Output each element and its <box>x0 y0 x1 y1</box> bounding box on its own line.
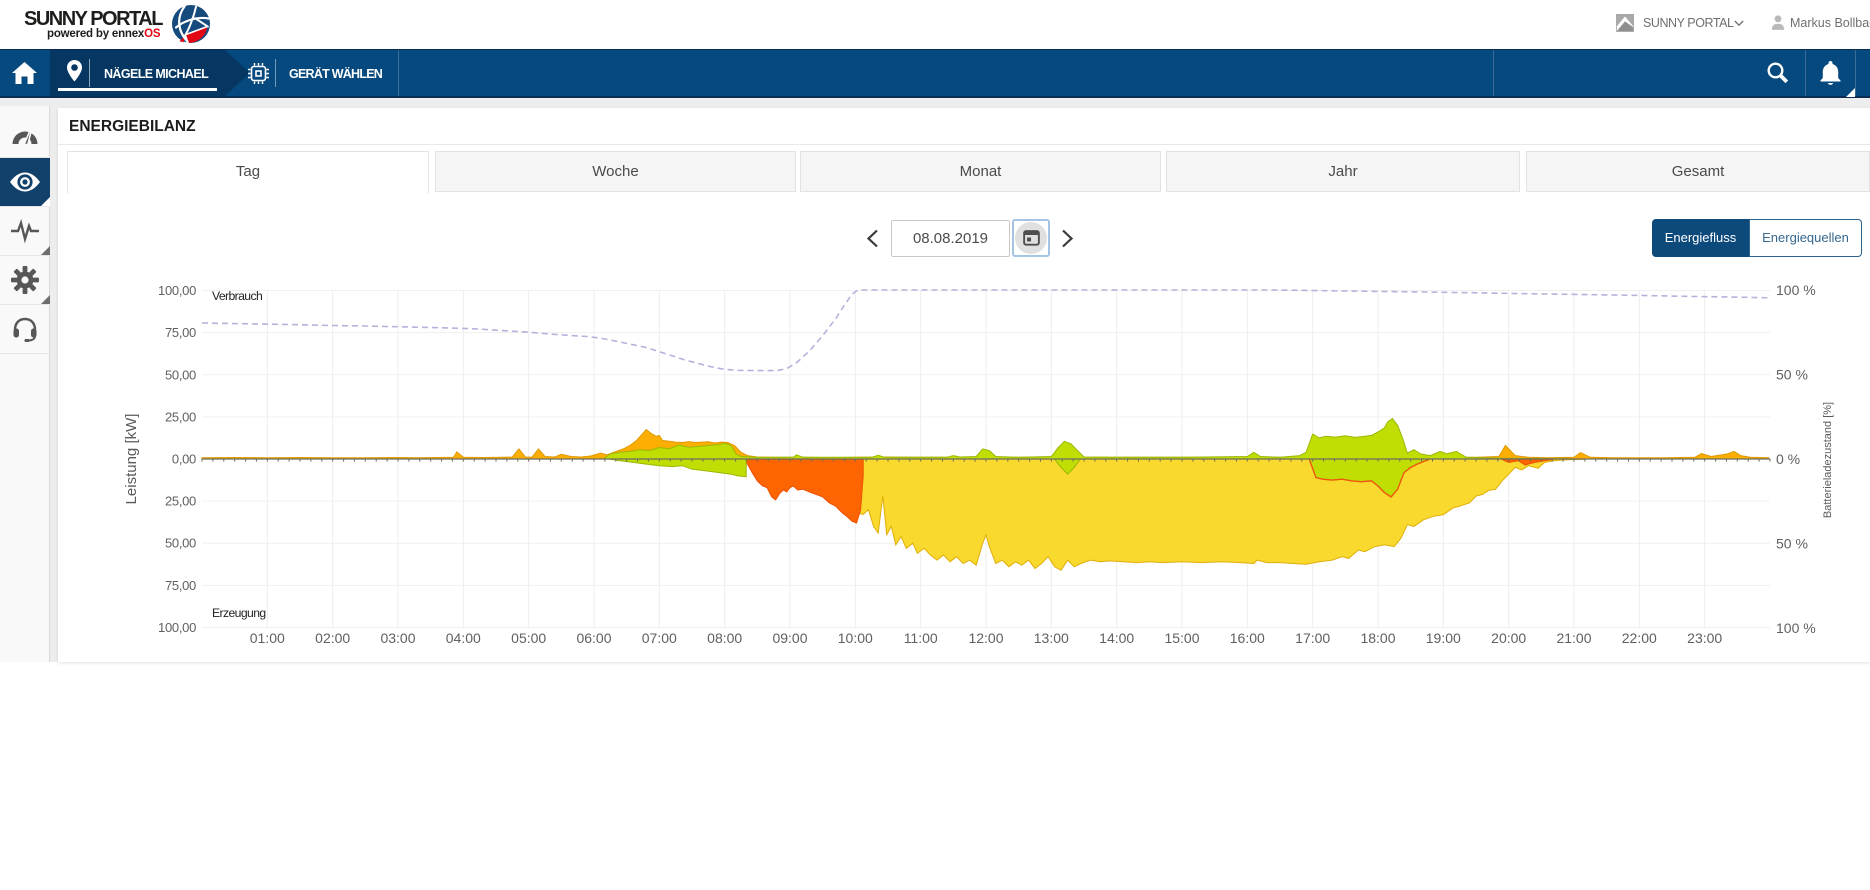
svg-text:04:00: 04:00 <box>446 630 481 646</box>
svg-text:50 %: 50 % <box>1776 367 1808 383</box>
svg-text:75,00: 75,00 <box>165 325 196 340</box>
svg-text:13:00: 13:00 <box>1034 630 1069 646</box>
svg-text:Verbrauch: Verbrauch <box>212 289 262 303</box>
svg-text:25,00: 25,00 <box>165 409 196 424</box>
svg-text:0 %: 0 % <box>1776 451 1800 467</box>
svg-text:10:00: 10:00 <box>838 630 873 646</box>
svg-text:23:00: 23:00 <box>1687 630 1722 646</box>
svg-text:50,00: 50,00 <box>165 536 196 551</box>
svg-text:16:00: 16:00 <box>1230 630 1265 646</box>
svg-text:25,00: 25,00 <box>165 494 196 509</box>
svg-text:20:00: 20:00 <box>1491 630 1526 646</box>
svg-text:06:00: 06:00 <box>576 630 611 646</box>
svg-text:100 %: 100 % <box>1776 282 1816 298</box>
svg-text:21:00: 21:00 <box>1556 630 1591 646</box>
svg-text:11:00: 11:00 <box>904 630 938 646</box>
svg-text:50 %: 50 % <box>1776 536 1808 552</box>
svg-text:14:00: 14:00 <box>1099 630 1134 646</box>
svg-text:100,00: 100,00 <box>158 620 196 635</box>
svg-text:22:00: 22:00 <box>1622 630 1657 646</box>
svg-text:01:00: 01:00 <box>250 630 285 646</box>
svg-text:08:00: 08:00 <box>707 630 742 646</box>
svg-text:15:00: 15:00 <box>1164 630 1199 646</box>
svg-text:Erzeugung: Erzeugung <box>212 606 266 620</box>
svg-text:19:00: 19:00 <box>1426 630 1461 646</box>
svg-text:02:00: 02:00 <box>315 630 350 646</box>
svg-text:09:00: 09:00 <box>772 630 807 646</box>
svg-text:03:00: 03:00 <box>380 630 415 646</box>
svg-text:12:00: 12:00 <box>968 630 1003 646</box>
svg-text:100,00: 100,00 <box>158 283 196 298</box>
svg-text:07:00: 07:00 <box>642 630 677 646</box>
svg-text:50,00: 50,00 <box>165 367 196 382</box>
svg-text:Batterieladezustand [%]: Batterieladezustand [%] <box>1822 402 1834 518</box>
svg-text:75,00: 75,00 <box>165 578 196 593</box>
svg-text:Leistung [kW]: Leistung [kW] <box>123 414 140 505</box>
svg-text:100 %: 100 % <box>1776 620 1816 636</box>
svg-text:0,00: 0,00 <box>172 452 196 467</box>
svg-text:05:00: 05:00 <box>511 630 546 646</box>
svg-text:17:00: 17:00 <box>1295 630 1330 646</box>
svg-text:18:00: 18:00 <box>1360 630 1395 646</box>
